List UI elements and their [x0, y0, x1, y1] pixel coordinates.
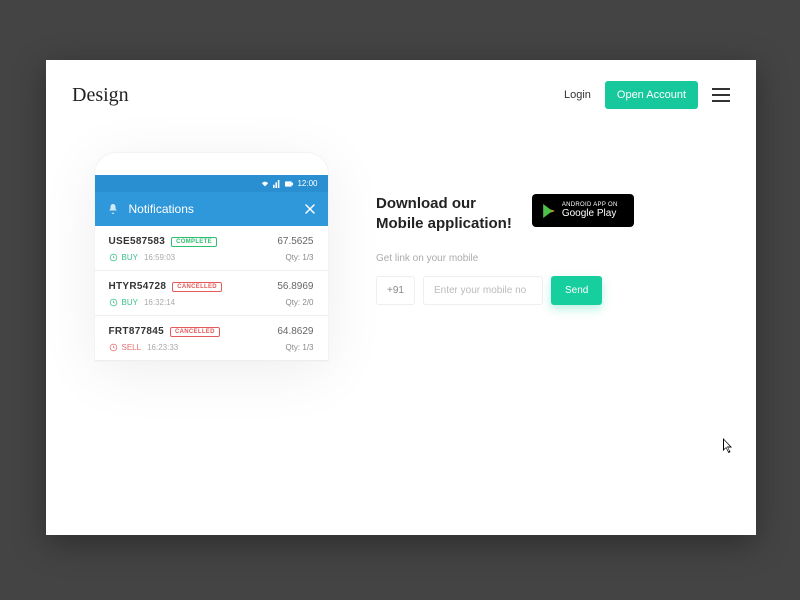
google-play-icon [542, 203, 556, 219]
promo-panel: Download our Mobile application! ANDROID… [376, 152, 726, 362]
logo: Design [72, 84, 564, 107]
phone-clock: 12:00 [297, 179, 317, 188]
hamburger-icon[interactable] [712, 88, 730, 102]
qty-label: Qty: 2/0 [285, 298, 313, 307]
notification-list: USE587583 COMPLETE 67.5625 BUY 16:59:03 … [95, 226, 328, 361]
google-play-badge[interactable]: ANDROID APP ON Google Play [532, 194, 634, 227]
promo-heading: Download our Mobile application! [376, 194, 512, 235]
time-label: 16:32:14 [144, 298, 175, 307]
list-item[interactable]: USE587583 COMPLETE 67.5625 BUY 16:59:03 … [95, 226, 328, 271]
qty-label: Qty: 1/3 [285, 343, 313, 352]
main-content: 12:00 Notifications USE587583 [46, 112, 756, 362]
order-id: USE587583 [109, 236, 166, 247]
wifi-icon [261, 180, 269, 188]
bell-icon [107, 203, 119, 215]
clock-icon [109, 253, 118, 262]
status-badge: CANCELLED [172, 282, 222, 292]
phone-mockup-wrap: 12:00 Notifications USE587583 [76, 152, 346, 362]
price: 67.5625 [277, 236, 313, 247]
page-header: Design Login Open Account [46, 60, 756, 112]
clock-icon [109, 298, 118, 307]
price: 56.8969 [277, 281, 313, 292]
heading-line1: Download our [376, 195, 476, 212]
close-icon[interactable] [304, 203, 316, 215]
open-account-button[interactable]: Open Account [605, 81, 698, 109]
phone-titlebar: Notifications [95, 192, 328, 226]
signal-icon [273, 180, 281, 188]
time-label: 16:59:03 [144, 253, 175, 262]
mobile-number-input[interactable] [423, 276, 543, 305]
phone-title: Notifications [129, 202, 304, 216]
time-label: 16:23:33 [147, 343, 178, 352]
status-badge: CANCELLED [170, 327, 220, 337]
phone-mockup: 12:00 Notifications USE587583 [94, 152, 329, 362]
order-id: HTYR54728 [109, 281, 167, 292]
phone-status-bar: 12:00 [95, 175, 328, 192]
battery-icon [285, 180, 293, 188]
clock-icon [109, 343, 118, 352]
status-badge: COMPLETE [171, 237, 217, 247]
login-link[interactable]: Login [564, 89, 591, 101]
side-label: SELL [122, 343, 142, 352]
list-item[interactable]: HTYR54728 CANCELLED 56.8969 BUY 16:32:14… [95, 271, 328, 316]
gplay-bottom-text: Google Play [562, 208, 618, 219]
mouse-cursor-icon [723, 438, 735, 454]
list-item[interactable]: FRT877845 CANCELLED 64.8629 SELL 16:23:3… [95, 316, 328, 361]
country-code-box[interactable]: +91 [376, 276, 415, 305]
qty-label: Qty: 1/3 [285, 253, 313, 262]
mobile-link-form: +91 Send [376, 276, 726, 305]
send-button[interactable]: Send [551, 276, 602, 305]
heading-line2: Mobile application! [376, 215, 512, 232]
side-label: BUY [122, 298, 138, 307]
landing-page-card: Design Login Open Account 12:00 Notifi [46, 60, 756, 535]
order-id: FRT877845 [109, 326, 165, 337]
side-label: BUY [122, 253, 138, 262]
price: 64.8629 [277, 326, 313, 337]
promo-subtext: Get link on your mobile [376, 253, 726, 264]
